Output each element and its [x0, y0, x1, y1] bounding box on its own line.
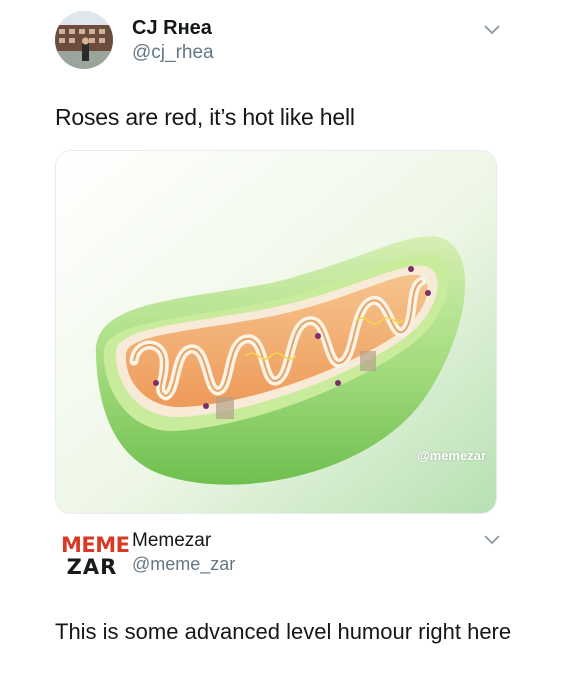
- logo-line1: MEME: [61, 533, 130, 557]
- tweet-media-image[interactable]: @memezar: [55, 150, 497, 514]
- author-handle[interactable]: @meme_zar: [132, 554, 235, 575]
- chevron-down-icon[interactable]: [482, 20, 502, 40]
- tweet-text: Roses are red, it’s hot like hell: [55, 104, 355, 130]
- memezar-logo[interactable]: MEME ZAR: [61, 533, 130, 582]
- author-handle[interactable]: @cj_rhea: [132, 42, 214, 64]
- avatar[interactable]: [55, 11, 113, 69]
- avatar-photo: [55, 11, 113, 69]
- tweet-text: This is some advanced level humour right…: [55, 619, 512, 644]
- tweet-reply: MEME ZAR Memezar @meme_zar This is some …: [0, 520, 564, 693]
- chevron-down-icon[interactable]: [482, 530, 502, 550]
- author-name[interactable]: CJ Rнea: [132, 17, 212, 40]
- logo-line2: ZAR: [66, 555, 118, 579]
- tweet-original: CJ Rнea @cj_rhea Roses are red, it’s hot…: [0, 0, 564, 520]
- media-watermark: @memezar: [416, 448, 486, 463]
- author-name[interactable]: Memezar: [132, 530, 211, 552]
